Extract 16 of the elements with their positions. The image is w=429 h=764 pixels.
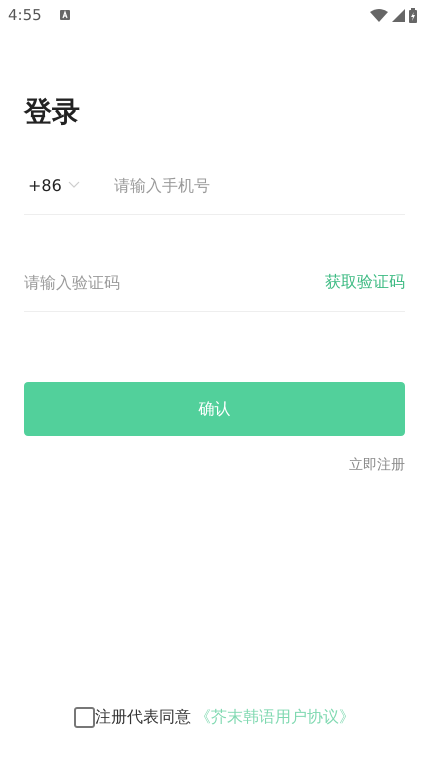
chevron-down-icon — [68, 181, 80, 189]
user-agreement-link[interactable]: 《芥末韩语用户协议》 — [195, 707, 355, 728]
agreement-checkbox[interactable] — [74, 707, 95, 728]
wifi-icon — [370, 8, 388, 22]
signal-icon — [392, 8, 405, 22]
get-code-link[interactable]: 获取验证码 — [325, 272, 405, 292]
battery-icon — [409, 8, 417, 22]
keyboard-notification-icon — [60, 10, 70, 20]
code-input-field[interactable]: 请输入验证码 — [24, 272, 325, 292]
country-code-dropdown[interactable]: +86 — [24, 176, 114, 194]
status-time: 4:55 — [8, 6, 42, 24]
confirm-button[interactable]: 确认 — [24, 382, 405, 436]
phone-input-field[interactable]: 请输入手机号 — [114, 176, 405, 194]
login-title: 登录 — [24, 94, 81, 130]
agreement-text: 注册代表同意 — [95, 707, 191, 728]
register-link[interactable]: 立即注册 — [349, 456, 405, 474]
